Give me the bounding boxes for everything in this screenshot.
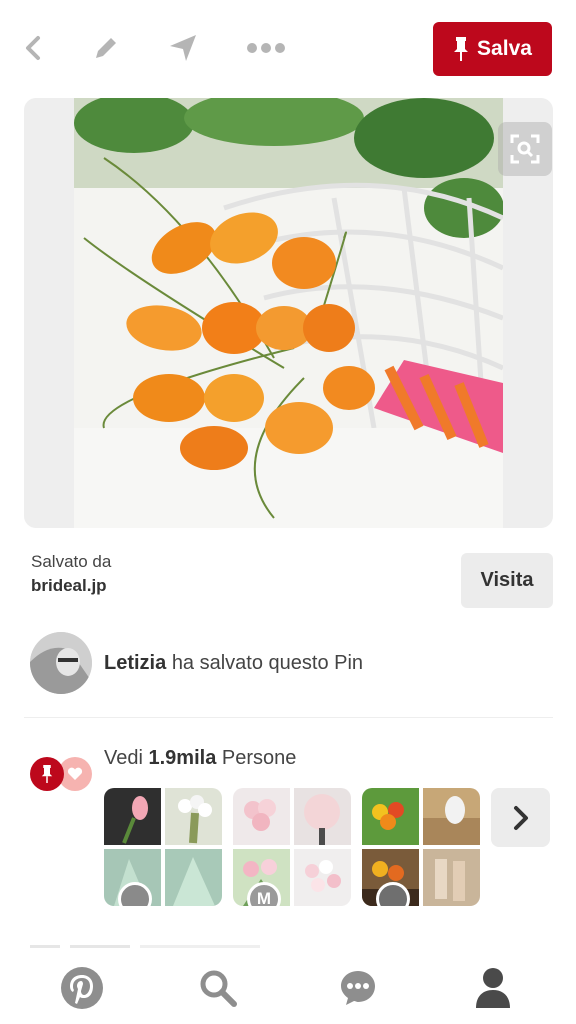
save-button[interactable]: Salva: [433, 22, 552, 76]
activity-suffix: Persone: [221, 747, 297, 769]
search-icon: [200, 970, 237, 1007]
nav-home[interactable]: [58, 964, 106, 1012]
pinterest-home-icon: [61, 967, 103, 1009]
save-label: Salva: [477, 37, 532, 60]
more-button[interactable]: [246, 28, 286, 68]
nav-profile[interactable]: [469, 964, 517, 1012]
board-thumbnail[interactable]: M: [233, 788, 351, 906]
source-label: Salvato da: [31, 552, 112, 571]
saver-action: ha salvato questo Pin: [171, 651, 364, 674]
back-icon: [26, 36, 40, 60]
top-bar: Salva: [0, 0, 576, 96]
send-button[interactable]: [163, 28, 203, 68]
saver-name[interactable]: Letizia: [104, 652, 166, 674]
board-thumbnail[interactable]: [362, 788, 480, 906]
chevron-right-icon: [513, 805, 528, 830]
back-button[interactable]: [14, 28, 54, 68]
saver-text: Letizia ha salvato questo Pin: [104, 652, 363, 675]
activity-title: Vedi 1.9mila Persone: [104, 747, 296, 770]
saver-row[interactable]: Letizia ha salvato questo Pin: [30, 632, 363, 694]
activity-icons: [30, 757, 94, 793]
divider: [24, 717, 553, 718]
source-site[interactable]: brideal.jp: [31, 576, 111, 596]
visual-search-button[interactable]: [498, 122, 552, 176]
visual-search-icon: [510, 134, 540, 164]
next-button[interactable]: [491, 788, 550, 847]
source-info: Salvato da brideal.jp: [31, 552, 111, 596]
nav-messages[interactable]: [334, 964, 382, 1012]
next-section-peek: [30, 945, 260, 948]
board-thumbnail[interactable]: [104, 788, 222, 906]
activity-count: 1.9mila: [148, 747, 217, 769]
avatar[interactable]: [30, 632, 92, 694]
activity-prefix: Vedi: [104, 747, 143, 769]
pin-badge: [30, 757, 64, 791]
bottom-nav: [0, 952, 576, 1024]
profile-icon: [476, 968, 510, 1008]
pin-image: [74, 98, 503, 528]
visit-button[interactable]: Visita: [461, 553, 553, 608]
heart-icon: [67, 767, 83, 780]
pin-image-card[interactable]: [24, 98, 553, 528]
avatar-image: [30, 632, 92, 694]
nav-search[interactable]: [194, 964, 242, 1012]
pin-icon: [41, 765, 53, 783]
edit-button[interactable]: [86, 28, 126, 68]
messages-icon: [341, 971, 375, 1005]
send-icon: [170, 35, 196, 61]
pin-icon: [454, 37, 469, 61]
more-icon: [247, 43, 285, 53]
edit-icon: [96, 38, 116, 58]
